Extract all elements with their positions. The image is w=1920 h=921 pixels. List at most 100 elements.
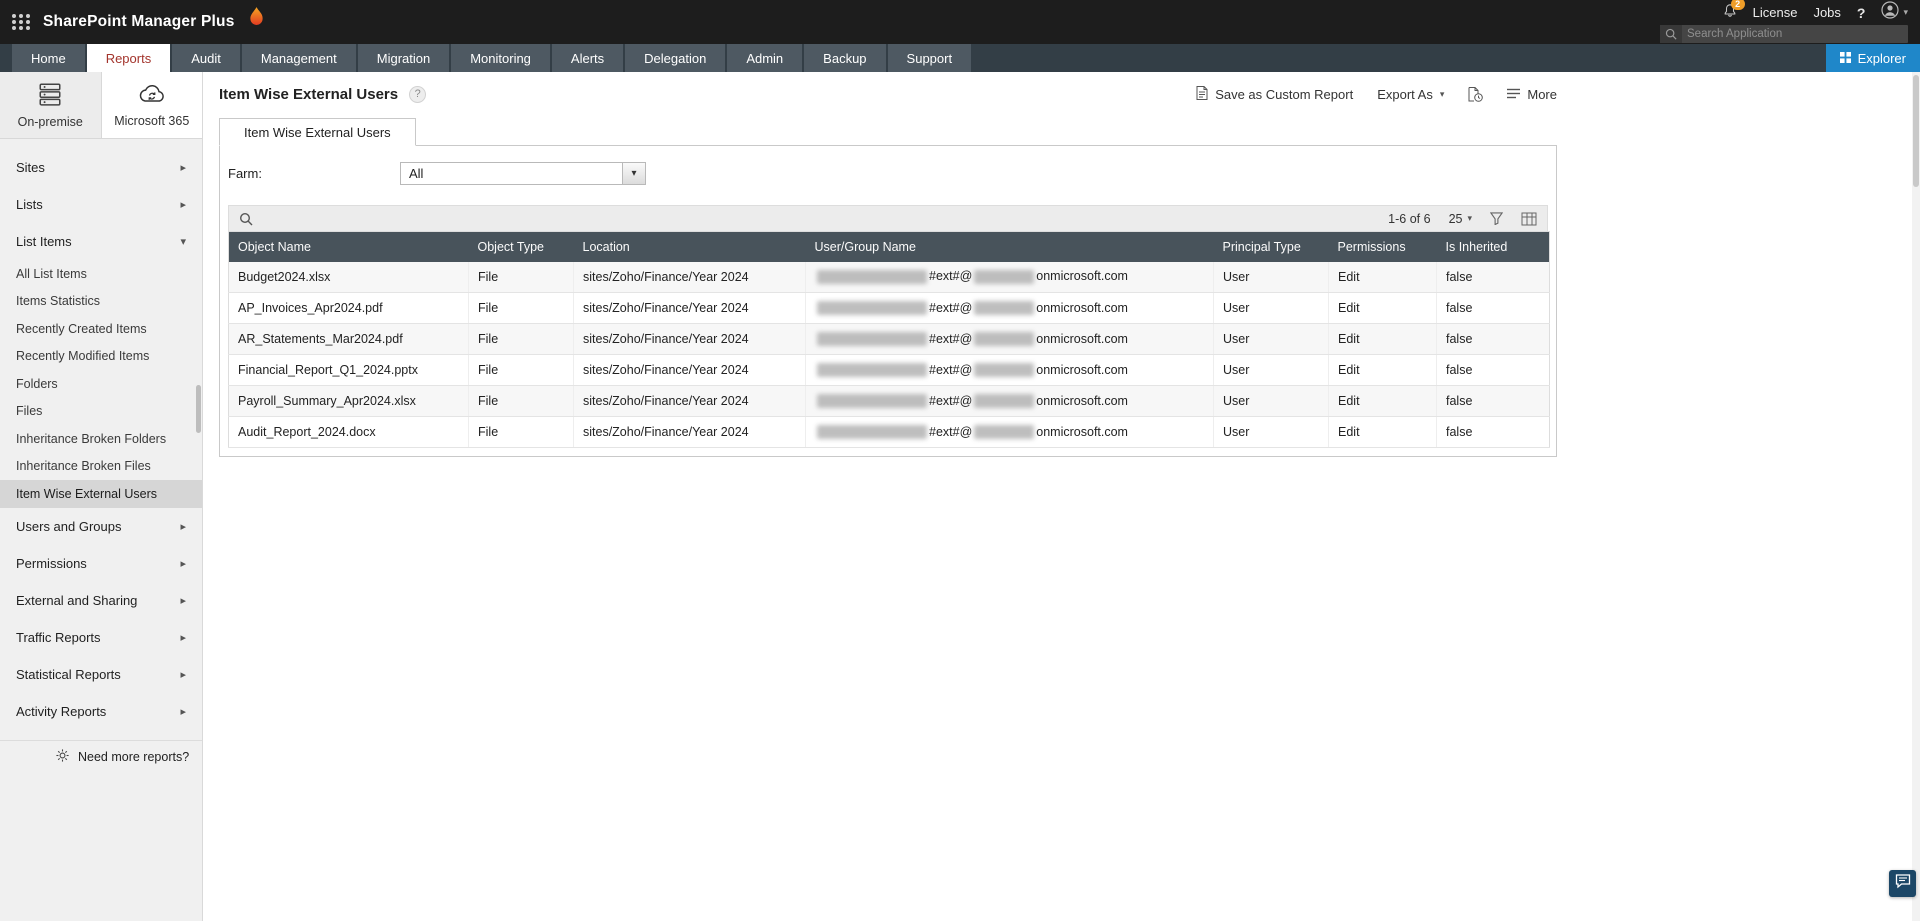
sidebar-item-traffic-reports[interactable]: Traffic Reports ▸ bbox=[0, 619, 202, 656]
sidebar-item-lists[interactable]: Lists ▸ bbox=[0, 186, 202, 223]
tab-migration[interactable]: Migration bbox=[357, 44, 450, 72]
tab-home[interactable]: Home bbox=[12, 44, 85, 72]
sidebar-item-recently-created-items[interactable]: Recently Created Items bbox=[0, 315, 202, 343]
grid-search-icon[interactable] bbox=[239, 212, 253, 226]
cloud-icon bbox=[137, 82, 167, 109]
cell-object-name: Audit_Report_2024.docx bbox=[228, 416, 469, 448]
sidebar-item-statistical-reports[interactable]: Statistical Reports ▸ bbox=[0, 656, 202, 693]
tab-reports[interactable]: Reports bbox=[86, 44, 171, 72]
sidebar-item-folders[interactable]: Folders bbox=[0, 370, 202, 398]
tab-alerts[interactable]: Alerts bbox=[551, 44, 624, 72]
cell-principal-type: User bbox=[1213, 354, 1329, 386]
more-button[interactable]: More bbox=[1507, 87, 1557, 102]
column-header[interactable]: Is Inherited bbox=[1436, 231, 1550, 262]
need-more-reports-link[interactable]: Need more reports? bbox=[0, 739, 202, 774]
more-icon bbox=[1507, 87, 1521, 102]
explorer-button[interactable]: Explorer bbox=[1825, 44, 1920, 72]
cell-object-name: AP_Invoices_Apr2024.pdf bbox=[228, 292, 469, 324]
chevron-down-icon: ▾ bbox=[1467, 213, 1472, 223]
tab-admin[interactable]: Admin bbox=[727, 44, 803, 72]
license-link[interactable]: License bbox=[1753, 5, 1798, 20]
tab-audit[interactable]: Audit bbox=[172, 44, 240, 72]
column-header[interactable]: Permissions bbox=[1328, 231, 1437, 262]
cell-object-name: Budget2024.xlsx bbox=[228, 261, 469, 293]
sidebar-item-inheritance-broken-folders[interactable]: Inheritance Broken Folders bbox=[0, 425, 202, 453]
table-row: Audit_Report_2024.docx File sites/Zoho/F… bbox=[228, 416, 1550, 448]
record-range: 1-6 of 6 bbox=[1388, 211, 1431, 226]
sidebar-item-files[interactable]: Files bbox=[0, 398, 202, 426]
source-microsoft-365[interactable]: Microsoft 365 bbox=[101, 72, 202, 138]
cell-principal-type: User bbox=[1213, 261, 1329, 293]
user-menu[interactable]: ▾ bbox=[1881, 1, 1908, 24]
cell-object-type: File bbox=[468, 354, 574, 386]
jobs-link[interactable]: Jobs bbox=[1813, 5, 1840, 20]
app-search bbox=[1660, 24, 1908, 43]
export-as-button[interactable]: Export As ▾ bbox=[1377, 87, 1444, 102]
sidebar-item-items-statistics[interactable]: Items Statistics bbox=[0, 288, 202, 316]
column-header[interactable]: User/Group Name bbox=[805, 231, 1214, 262]
tab-monitoring[interactable]: Monitoring bbox=[451, 44, 550, 72]
page-help-icon[interactable]: ? bbox=[409, 85, 427, 103]
cell-object-type: File bbox=[468, 292, 574, 324]
caret-icon: ▸ bbox=[180, 705, 186, 718]
window-scrollbar-handle[interactable] bbox=[1913, 75, 1919, 187]
column-header[interactable]: Location bbox=[573, 231, 806, 262]
source-on-premise[interactable]: On-premise bbox=[0, 72, 102, 138]
sidebar-item-permissions[interactable]: Permissions ▸ bbox=[0, 545, 202, 582]
sidebar-item-all-list-items[interactable]: All List Items bbox=[0, 260, 202, 288]
farm-select[interactable]: All bbox=[400, 162, 623, 185]
redacted-tenant-name bbox=[974, 301, 1035, 316]
cell-object-name: Payroll_Summary_Apr2024.xlsx bbox=[228, 385, 469, 417]
chevron-down-icon: ▾ bbox=[1439, 88, 1445, 99]
cell-permissions: Edit bbox=[1328, 416, 1437, 448]
redacted-user-name bbox=[817, 394, 927, 409]
farm-select-chevron[interactable]: ▾ bbox=[623, 162, 646, 185]
cell-location: sites/Zoho/Finance/Year 2024 bbox=[573, 385, 806, 417]
tab-support[interactable]: Support bbox=[887, 44, 972, 72]
sidebar-item-inheritance-broken-files[interactable]: Inheritance Broken Files bbox=[0, 453, 202, 481]
tab-backup[interactable]: Backup bbox=[804, 44, 886, 72]
search-input[interactable] bbox=[1682, 27, 1908, 40]
sidebar-item-external-and-sharing[interactable]: External and Sharing ▸ bbox=[0, 582, 202, 619]
save-as-custom-report-button[interactable]: Save as Custom Report bbox=[1196, 85, 1353, 103]
redacted-user-name bbox=[817, 363, 927, 378]
notifications-button[interactable]: 2 bbox=[1723, 0, 1745, 23]
sidebar-item-sites[interactable]: Sites ▸ bbox=[0, 149, 202, 186]
column-header[interactable]: Object Type bbox=[468, 231, 574, 262]
cell-location: sites/Zoho/Finance/Year 2024 bbox=[573, 292, 806, 324]
caret-icon: ▸ bbox=[180, 557, 186, 570]
notification-badge: 2 bbox=[1730, 0, 1745, 10]
redacted-user-name bbox=[817, 425, 927, 440]
cell-principal-type: User bbox=[1213, 292, 1329, 324]
primary-nav: Home Reports Audit Management Migration … bbox=[0, 44, 1920, 72]
table-row: Financial_Report_Q1_2024.pptx File sites… bbox=[228, 354, 1550, 386]
support-chat-button[interactable] bbox=[1889, 870, 1916, 897]
sidebar-item-recently-modified-items[interactable]: Recently Modified Items bbox=[0, 343, 202, 371]
redacted-tenant-name bbox=[974, 332, 1035, 347]
apps-grid-icon[interactable] bbox=[12, 14, 31, 30]
caret-icon: ▸ bbox=[180, 631, 186, 644]
sidebar-item-item-wise-external-users[interactable]: Item Wise External Users bbox=[0, 480, 202, 508]
filter-icon[interactable] bbox=[1490, 212, 1503, 225]
sidebar-item-activity-reports[interactable]: Activity Reports ▸ bbox=[0, 693, 202, 730]
column-header[interactable]: Object Name bbox=[228, 231, 469, 262]
caret-icon: ▸ bbox=[180, 520, 186, 533]
column-header[interactable]: Principal Type bbox=[1213, 231, 1329, 262]
schedule-report-icon[interactable] bbox=[1468, 86, 1484, 102]
chat-icon bbox=[1895, 873, 1911, 894]
tab-management[interactable]: Management bbox=[241, 44, 356, 72]
tab-delegation[interactable]: Delegation bbox=[625, 44, 726, 72]
main-content: Item Wise External Users ? Save as Custo… bbox=[203, 72, 1920, 921]
redacted-tenant-name bbox=[974, 425, 1035, 440]
source-switcher: On-premise Microsoft 365 bbox=[0, 72, 202, 139]
sidebar-scrollbar[interactable] bbox=[196, 385, 201, 433]
sidebar-item-list-items[interactable]: List Items ▾ bbox=[0, 223, 202, 260]
column-chooser-icon[interactable] bbox=[1521, 212, 1537, 226]
cell-principal-type: User bbox=[1213, 416, 1329, 448]
help-icon[interactable]: ? bbox=[1857, 5, 1866, 21]
page-size-select[interactable]: 25 ▾ bbox=[1449, 212, 1472, 226]
sidebar-item-users-and-groups[interactable]: Users and Groups ▸ bbox=[0, 508, 202, 545]
window-scrollbar[interactable] bbox=[1912, 72, 1920, 921]
tab-item-wise-external-users[interactable]: Item Wise External Users bbox=[219, 118, 416, 146]
idea-icon bbox=[56, 749, 69, 765]
